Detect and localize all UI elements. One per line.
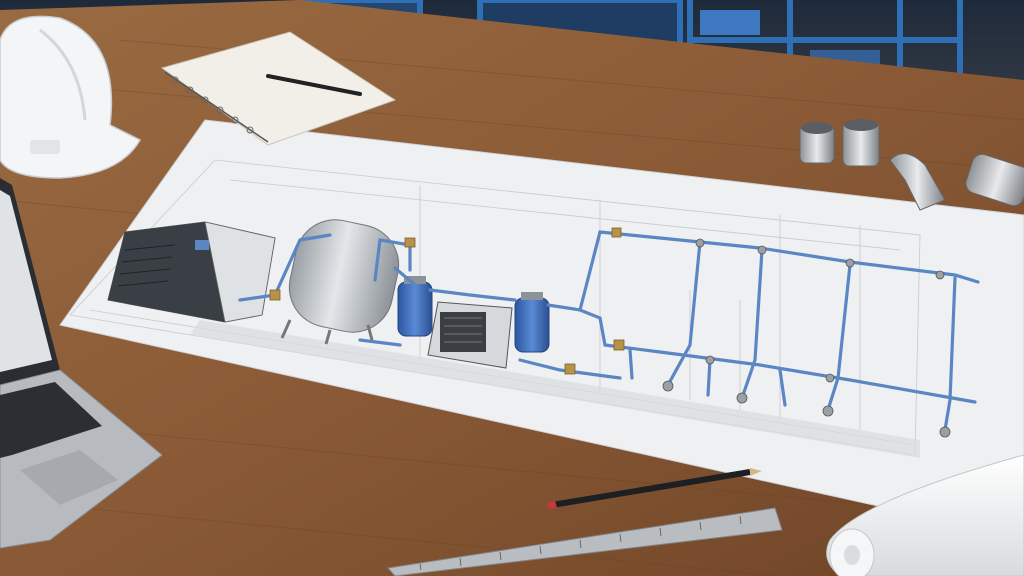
scene-canvas	[0, 0, 1024, 576]
line-filter-2	[514, 292, 550, 353]
photo-scene	[0, 0, 1024, 576]
